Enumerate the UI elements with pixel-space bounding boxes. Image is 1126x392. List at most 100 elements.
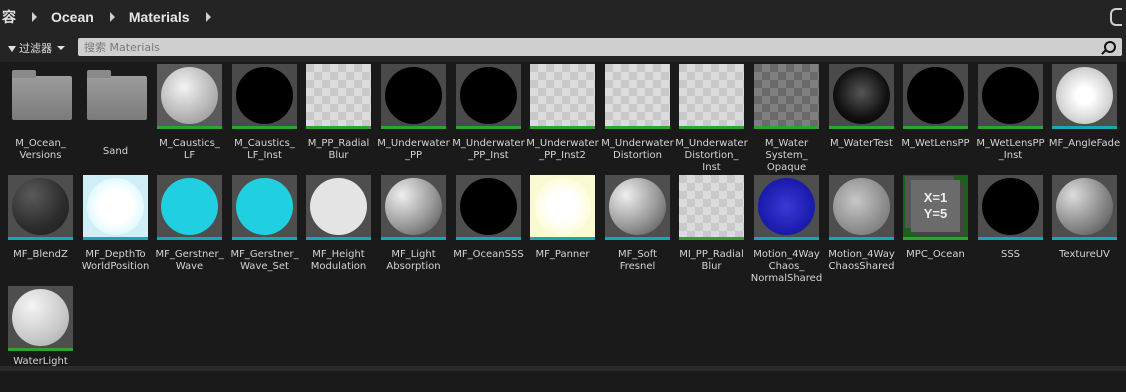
asset-thumbnail[interactable] bbox=[456, 64, 521, 129]
breadcrumb-item-ocean[interactable]: Ocean bbox=[45, 9, 100, 25]
asset-type-bar bbox=[306, 237, 371, 240]
material-preview-sphere bbox=[161, 67, 218, 124]
asset-tile[interactable]: MF_Gerstner_ Wave_Set bbox=[230, 175, 299, 279]
breadcrumb-chevron-right-icon[interactable] bbox=[32, 12, 37, 22]
asset-type-bar bbox=[456, 237, 521, 240]
asset-type-bar bbox=[829, 126, 894, 129]
asset-thumbnail[interactable] bbox=[978, 64, 1043, 129]
filter-toolbar: 过滤器 bbox=[0, 34, 1126, 62]
search-box[interactable] bbox=[78, 38, 1122, 56]
asset-label: MF_Height Modulation bbox=[310, 249, 367, 272]
asset-label: M_WetLensPP bbox=[901, 138, 970, 149]
filter-button[interactable]: 过滤器 bbox=[8, 40, 65, 56]
asset-thumbnail[interactable] bbox=[903, 64, 968, 129]
folder-thumbnail[interactable] bbox=[83, 64, 148, 129]
asset-type-bar bbox=[1052, 126, 1117, 129]
material-preview-sphere bbox=[460, 67, 517, 124]
asset-tile[interactable]: MF_Gerstner_ Wave bbox=[155, 175, 224, 279]
asset-thumbnail[interactable] bbox=[232, 64, 297, 129]
breadcrumb-item-content[interactable]: 容 bbox=[0, 7, 22, 27]
asset-label: WaterLight bbox=[13, 356, 68, 367]
asset-thumbnail[interactable] bbox=[381, 64, 446, 129]
asset-tile[interactable]: M_PP_Radial Blur bbox=[304, 64, 373, 168]
asset-label: M_Ocean_ Versions bbox=[15, 138, 66, 161]
asset-tile[interactable]: M_Underwater Distortion bbox=[601, 64, 674, 168]
asset-label: MF_BlendZ bbox=[13, 249, 68, 260]
asset-tile[interactable]: MF_DepthTo WorldPosition bbox=[81, 175, 150, 279]
asset-tile[interactable]: M_Water System_ Opaque bbox=[752, 64, 821, 173]
lock-icon[interactable] bbox=[1110, 8, 1122, 26]
asset-tile[interactable]: M_Underwater Distortion_ Inst bbox=[675, 64, 748, 173]
asset-type-bar bbox=[381, 237, 446, 240]
asset-thumbnail[interactable] bbox=[829, 64, 894, 129]
asset-tile[interactable]: MF_Panner bbox=[528, 175, 597, 279]
asset-thumbnail[interactable] bbox=[456, 175, 521, 240]
asset-tile[interactable]: M_Caustics_ LF_Inst bbox=[230, 64, 299, 168]
asset-tile[interactable]: M_Caustics_ LF bbox=[155, 64, 224, 168]
breadcrumb: 容 Ocean Materials bbox=[0, 0, 1126, 34]
asset-tile[interactable]: M_Underwater _PP_Inst2 bbox=[526, 64, 599, 168]
asset-thumbnail[interactable] bbox=[8, 175, 73, 240]
asset-tile[interactable]: M_Ocean_ Versions bbox=[6, 64, 75, 168]
filter-label: 过滤器 bbox=[19, 42, 52, 55]
asset-type-bar bbox=[8, 348, 73, 351]
asset-thumbnail[interactable] bbox=[1052, 64, 1117, 129]
asset-label: TextureUV bbox=[1059, 249, 1110, 260]
asset-type-bar bbox=[903, 237, 968, 240]
asset-tile[interactable]: Motion_4Way ChaosShared bbox=[827, 175, 896, 279]
asset-thumbnail[interactable] bbox=[530, 175, 595, 240]
folder-icon bbox=[12, 70, 72, 120]
asset-tile[interactable]: MF_Soft Fresnel bbox=[603, 175, 672, 279]
material-preview-sphere bbox=[460, 178, 517, 235]
asset-thumbnail[interactable] bbox=[978, 175, 1043, 240]
asset-tile[interactable]: MF_OceanSSS bbox=[453, 175, 524, 279]
material-preview-sphere bbox=[534, 178, 591, 235]
asset-thumbnail[interactable] bbox=[530, 64, 595, 129]
asset-tile[interactable]: M_Underwater _PP bbox=[377, 64, 450, 168]
asset-tile[interactable]: MF_BlendZ bbox=[6, 175, 75, 279]
asset-tile[interactable]: SSS bbox=[976, 175, 1045, 279]
asset-thumbnail[interactable] bbox=[829, 175, 894, 240]
asset-tile[interactable]: X=1 Y=5 MPC_Ocean bbox=[901, 175, 970, 279]
breadcrumb-item-materials[interactable]: Materials bbox=[123, 9, 196, 25]
asset-thumbnail[interactable] bbox=[1052, 175, 1117, 240]
asset-thumbnail[interactable] bbox=[306, 175, 371, 240]
asset-tile[interactable]: M_WaterTest bbox=[827, 64, 896, 168]
asset-thumbnail[interactable] bbox=[157, 64, 222, 129]
search-input[interactable] bbox=[78, 39, 1086, 55]
folder-icon bbox=[87, 70, 147, 120]
asset-tile[interactable]: MI_PP_Radial Blur bbox=[677, 175, 746, 279]
asset-thumbnail[interactable] bbox=[754, 64, 819, 129]
asset-thumbnail[interactable] bbox=[679, 64, 744, 129]
asset-tile[interactable]: MF_Light Absorption bbox=[379, 175, 448, 279]
asset-tile[interactable]: M_Underwater _PP_Inst bbox=[452, 64, 525, 168]
asset-tile[interactable]: MF_Height Modulation bbox=[304, 175, 373, 279]
asset-thumbnail[interactable]: X=1 Y=5 bbox=[903, 175, 968, 240]
asset-type-bar bbox=[1052, 237, 1117, 240]
asset-thumbnail[interactable] bbox=[679, 175, 744, 240]
asset-tile[interactable]: MF_AngleFade bbox=[1049, 64, 1120, 168]
asset-thumbnail[interactable] bbox=[306, 64, 371, 129]
asset-thumbnail[interactable] bbox=[157, 175, 222, 240]
asset-thumbnail[interactable] bbox=[8, 286, 73, 351]
search-icon[interactable] bbox=[1104, 41, 1116, 53]
asset-tile[interactable]: TextureUV bbox=[1050, 175, 1119, 279]
asset-thumbnail[interactable] bbox=[605, 64, 670, 129]
asset-thumbnail[interactable] bbox=[83, 175, 148, 240]
breadcrumb-chevron-right-icon[interactable] bbox=[109, 12, 115, 22]
folder-thumbnail[interactable] bbox=[8, 64, 73, 129]
asset-label: M_Underwater _PP_Inst2 bbox=[526, 138, 599, 161]
asset-thumbnail[interactable] bbox=[605, 175, 670, 240]
asset-type-bar bbox=[83, 237, 148, 240]
asset-tile[interactable]: M_WetLensPP bbox=[901, 64, 970, 168]
asset-thumbnail[interactable] bbox=[232, 175, 297, 240]
breadcrumb-chevron-right-icon[interactable] bbox=[205, 12, 211, 22]
material-preview-sphere bbox=[1056, 67, 1113, 124]
asset-thumbnail[interactable] bbox=[381, 175, 446, 240]
asset-tile[interactable]: Sand bbox=[81, 64, 150, 168]
asset-tile[interactable]: Motion_4Way Chaos_ NormalShared bbox=[751, 175, 822, 284]
material-preview-sphere bbox=[161, 178, 218, 235]
asset-tile[interactable]: WaterLight bbox=[6, 286, 75, 390]
asset-thumbnail[interactable] bbox=[754, 175, 819, 240]
asset-tile[interactable]: M_WetLensPP _Inst bbox=[976, 64, 1045, 168]
